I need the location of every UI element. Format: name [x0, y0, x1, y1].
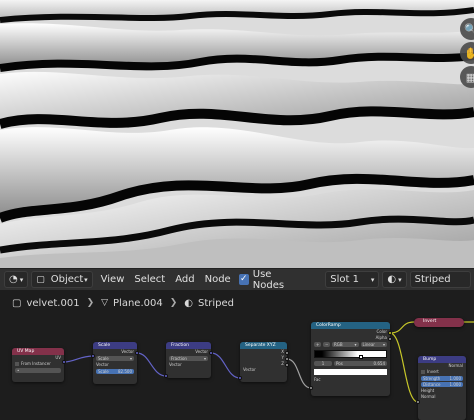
blender-window: 🔍 ✋ ▦ ◔ ▾ ▢ Object ▾ View Select Add Nod… — [0, 0, 474, 420]
interpolation-dropdown[interactable]: Linear ▾ — [360, 342, 387, 347]
viewport-3d[interactable]: 🔍 ✋ ▦ — [0, 0, 474, 268]
chevron-down-icon: ▾ — [19, 275, 24, 284]
socket-output[interactable] — [285, 357, 289, 361]
socket-input[interactable] — [309, 386, 313, 390]
socket-output[interactable] — [62, 360, 66, 364]
editor-type-button[interactable]: ◔ ▾ — [4, 271, 29, 288]
chevron-down-icon: ▾ — [129, 356, 132, 361]
mesh-icon: ▽ — [101, 298, 109, 308]
socket-output[interactable] — [388, 337, 392, 341]
checkbox-icon[interactable] — [15, 362, 19, 366]
operation-dropdown[interactable]: Fraction ▾ — [169, 356, 208, 361]
slot-label: Slot 1 — [330, 274, 359, 285]
node-canvas[interactable]: UV Map UV From Instancer • Scale Vector … — [0, 316, 474, 420]
use-nodes-toggle[interactable]: ✓ Use Nodes — [238, 268, 302, 291]
node-fraction[interactable]: Fraction Vector Fraction ▾ Vector — [166, 342, 211, 378]
add-stop-button[interactable]: + — [314, 342, 321, 347]
socket-label: Vector — [169, 362, 182, 367]
chevron-down-icon: ▾ — [370, 275, 375, 284]
invert-checkbox[interactable]: Invert — [418, 369, 466, 375]
breadcrumb-material: Striped — [198, 297, 235, 309]
material-name: Striped — [414, 274, 451, 285]
socket-output[interactable] — [285, 363, 289, 367]
socket-label: Fac — [314, 377, 321, 382]
node-separate-xyz[interactable]: Separate XYZ X Y Z Vector — [240, 342, 287, 382]
operation-dropdown[interactable]: Scale ▾ — [96, 356, 134, 361]
chevron-right-icon: ❯ — [169, 298, 178, 308]
chevron-down-icon: ▾ — [203, 356, 206, 361]
remove-stop-button[interactable]: − — [323, 342, 330, 347]
strength-field[interactable]: Strength 1.000 — [421, 376, 463, 381]
chevron-down-icon: ▾ — [84, 275, 88, 284]
node-title: Bump — [418, 356, 466, 363]
stop-index-field[interactable]: 1 — [314, 361, 332, 366]
object-mode-dropdown[interactable]: ▢ Object ▾ — [31, 271, 93, 288]
socket-output[interactable] — [135, 351, 139, 355]
menu-node[interactable]: Node — [205, 274, 231, 285]
menu-add[interactable]: Add — [175, 274, 194, 285]
stop-color-swatch[interactable] — [314, 369, 387, 375]
node-editor-icon: ◔ — [9, 274, 18, 285]
use-nodes-label: Use Nodes — [252, 268, 285, 291]
chevron-down-icon: ▾ — [354, 342, 357, 347]
socket-input[interactable] — [416, 400, 420, 404]
uv-map-field[interactable]: • — [15, 368, 61, 373]
node-bump[interactable]: Bump Normal Invert Strength 1.000 Distanc… — [418, 356, 466, 420]
node-scale[interactable]: Scale Vector Scale ▾ Vector Scale 82.500 — [93, 342, 137, 384]
material-sphere-icon: ◐ — [387, 274, 397, 285]
stop-position-field[interactable]: Pos 0.654 — [334, 361, 387, 366]
socket-label: Vector — [243, 367, 256, 372]
node-title: Scale — [93, 342, 137, 349]
node-title: Fraction — [166, 342, 211, 349]
distance-field[interactable]: Distance 1.000 — [421, 382, 463, 387]
socket-input[interactable] — [238, 376, 242, 380]
chevron-down-icon: ▾ — [382, 342, 385, 347]
socket-input[interactable] — [91, 354, 95, 358]
node-invert[interactable]: Invert — [414, 318, 464, 327]
breadcrumb-mesh: Plane.004 — [113, 297, 163, 309]
checkbox-checked-icon[interactable]: ✓ — [238, 274, 249, 285]
object-mode-label: Object — [50, 274, 84, 285]
menu-view[interactable]: View — [101, 274, 125, 285]
object-icon: ▢ — [12, 297, 22, 309]
stop-controls: 1 Pos 0.654 — [311, 360, 390, 367]
scale-value-field[interactable]: Scale 82.500 — [96, 369, 134, 374]
node-title: UV Map — [12, 348, 64, 355]
socket-label: Vector — [195, 349, 208, 354]
chevron-down-icon: ▾ — [398, 275, 402, 284]
ramp-stop-handle[interactable] — [359, 355, 364, 359]
breadcrumb: ▢ velvet.001 ❯ ▽ Plane.004 ❯ ◐ Striped — [0, 290, 474, 316]
node-links — [63, 321, 474, 403]
slot-dropdown[interactable]: Slot 1 ▾ — [325, 271, 380, 288]
node-editor-header: ◔ ▾ ▢ Object ▾ View Select Add Node ✓ Us… — [0, 268, 474, 291]
material-browse-button[interactable]: ◐ ▾ — [382, 271, 407, 288]
menu-select[interactable]: Select — [134, 274, 165, 285]
node-title: ColorRamp — [311, 322, 390, 329]
color-ramp-gradient[interactable] — [314, 350, 387, 359]
socket-label: Normal — [421, 394, 436, 399]
from-instancer-checkbox[interactable]: From Instancer — [12, 361, 64, 367]
socket-output[interactable] — [209, 351, 213, 355]
node-colorramp[interactable]: ColorRamp Color Alpha + − RGB ▾ Linear ▾ 1… — [311, 322, 390, 396]
material-sphere-icon: ◐ — [184, 297, 194, 309]
socket-label: Vector — [121, 349, 134, 354]
socket-label: Vector — [96, 362, 109, 367]
ramp-toolbar: + − RGB ▾ Linear ▾ — [311, 341, 390, 348]
socket-output[interactable] — [285, 351, 289, 355]
node-uv-map[interactable]: UV Map UV From Instancer • — [12, 348, 64, 382]
rendered-surface — [0, 0, 474, 268]
node-title: Separate XYZ — [240, 342, 287, 349]
socket-output[interactable] — [388, 331, 392, 335]
object-icon: ▢ — [36, 274, 45, 285]
chevron-right-icon: ❯ — [86, 298, 95, 308]
node-title: Invert — [423, 319, 437, 324]
socket-input[interactable] — [164, 374, 168, 378]
color-mode-dropdown[interactable]: RGB ▾ — [332, 342, 359, 347]
material-name-field[interactable]: Striped — [409, 271, 471, 288]
breadcrumb-object: velvet.001 — [26, 297, 80, 309]
checkbox-icon[interactable] — [421, 370, 425, 374]
